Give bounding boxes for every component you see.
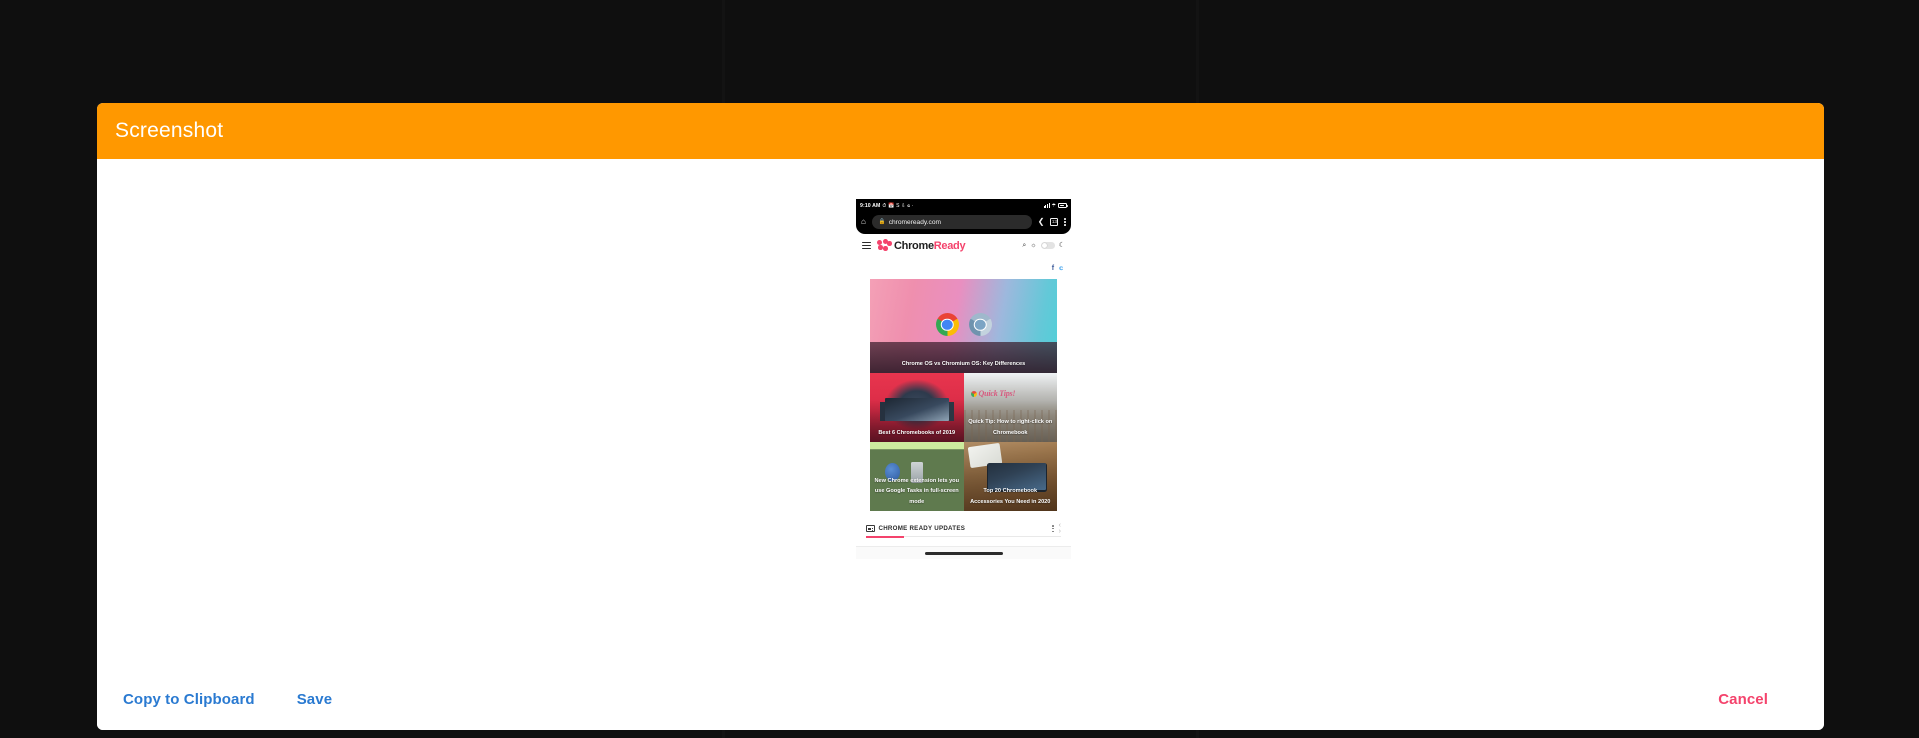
article-card-title: Best 6 Chromebooks of 2019 <box>878 429 956 436</box>
share-icon[interactable]: ❮ <box>1038 218 1045 226</box>
battery-icon <box>1058 203 1068 208</box>
kebab-menu-icon[interactable] <box>1052 525 1054 533</box>
quick-tips-script-overlay: Quick Tips! <box>970 389 1054 398</box>
signal-bars-icon <box>1043 203 1050 208</box>
dot-icon: · <box>911 202 914 209</box>
chromium-logo <box>968 313 992 336</box>
browser-toolbar: ⌂ 🔒 chromeready.com ❮ 13 <box>856 212 1071 234</box>
android-status-bar: 9:10 AM ⏱ 📅 S ⇩ 𝐜 · ☂ <box>856 199 1071 212</box>
kebab-menu-icon[interactable] <box>1064 218 1066 226</box>
article-card-title: Chrome OS vs Chromium OS: Key Difference… <box>901 360 1026 367</box>
article-card-grid: Chrome OS vs Chromium OS: Key Difference… <box>856 279 1071 511</box>
dialog-footer-right-actions: Cancel <box>1716 687 1800 712</box>
article-card-hero[interactable]: Chrome OS vs Chromium OS: Key Difference… <box>870 279 1057 373</box>
dialog-body: 9:10 AM ⏱ 📅 S ⇩ 𝐜 · ☂ ⌂ 🔒 chromeready.co… <box>97 159 1824 668</box>
status-bar-notification-icons: ⏱ 📅 S ⇩ 𝐜 · <box>882 203 913 209</box>
dialog-header: Screenshot <box>97 103 1824 159</box>
android-navigation-bar <box>856 546 1071 560</box>
facebook-icon[interactable]: f <box>1052 265 1054 272</box>
search-icon[interactable]: ⌕ <box>1022 242 1026 249</box>
copy-to-clipboard-button[interactable]: Copy to Clipboard <box>121 687 257 712</box>
download-icon: ⇩ <box>901 202 906 209</box>
moon-icon: ☾ <box>1058 242 1065 249</box>
alarm-off-icon: ⏱ <box>882 202 887 209</box>
quick-tips-text: Quick Tips! <box>978 389 1016 398</box>
wifi-icon: ☂ <box>1051 202 1056 209</box>
hero-logo-pair <box>870 313 1057 336</box>
article-card-row-2: New Chrome extension lets you use Google… <box>870 442 1057 511</box>
chrome-logo-small <box>970 390 977 397</box>
tab-count-button[interactable]: 13 <box>1050 218 1059 226</box>
article-card-accessories[interactable]: Top 20 Chromebook Accessories You Need i… <box>963 442 1057 511</box>
brand-part-chrome: Chrome <box>894 239 934 252</box>
calendar-icon: 📅 <box>888 202 895 209</box>
address-bar-url: chromeready.com <box>888 218 941 226</box>
lock-icon: 🔒 <box>878 219 886 225</box>
updates-controls: ‹ › <box>1052 522 1061 535</box>
screenshot-dialog: Screenshot 9:10 AM ⏱ 📅 S ⇩ 𝐜 · ☂ ⌂ 🔒 chr… <box>97 103 1824 730</box>
article-card-title: New Chrome extension lets you use Google… <box>874 477 960 505</box>
chromeready-dots-logo <box>877 239 893 252</box>
save-button[interactable]: Save <box>295 687 334 712</box>
updates-pager[interactable]: ‹ › <box>1059 522 1061 535</box>
home-icon[interactable]: ⌂ <box>861 218 866 226</box>
cancel-button[interactable]: Cancel <box>1716 687 1770 712</box>
article-card-row-1: Best 6 Chromebooks of 2019 Quick Tips! Q… <box>870 373 1057 442</box>
news-icon <box>866 525 875 532</box>
chrome-ready-updates-bar: CHROME READY UPDATES ‹ › <box>856 517 1071 537</box>
updates-section-label: CHROME READY UPDATES <box>878 525 966 533</box>
site-brand-text: ChromeReady <box>894 239 966 252</box>
brand-part-ready: Ready <box>933 239 966 252</box>
sun-icon: ☼ <box>1030 242 1037 249</box>
article-card-title: Top 20 Chromebook Accessories You Need i… <box>970 488 1051 505</box>
screenshot-preview-image[interactable]: 9:10 AM ⏱ 📅 S ⇩ 𝐜 · ☂ ⌂ 🔒 chromeready.co… <box>856 199 1071 668</box>
article-card-title: Quick Tip: How to right-click on Chromeb… <box>968 419 1053 436</box>
dialog-footer: Copy to Clipboard Save Cancel <box>97 668 1824 730</box>
site-header: ChromeReady ⌕ ☼ ☾ <box>856 234 1071 257</box>
theme-toggle[interactable] <box>1040 241 1055 250</box>
twitter-icon: 𝐜 <box>907 202 911 209</box>
social-links-row: f 𝐜 <box>856 257 1071 279</box>
status-bar-clock: 9:10 AM <box>860 202 881 209</box>
chrome-logo <box>935 313 959 336</box>
site-header-actions: ⌕ ☼ ☾ <box>1022 241 1065 250</box>
status-bar-system-icons: ☂ <box>1043 202 1068 209</box>
article-card-quicktip[interactable]: Quick Tips! Quick Tip: How to right-clic… <box>963 373 1057 442</box>
updates-underline <box>866 535 1061 538</box>
twitter-icon[interactable]: 𝐜 <box>1059 265 1063 272</box>
article-card-chromebooks[interactable]: Best 6 Chromebooks of 2019 <box>870 373 964 442</box>
home-gesture-bar[interactable] <box>924 551 1003 555</box>
hamburger-menu-icon[interactable] <box>862 241 871 250</box>
article-card-extension[interactable]: New Chrome extension lets you use Google… <box>870 442 964 511</box>
s-icon: S <box>896 202 900 209</box>
address-bar[interactable]: 🔒 chromeready.com <box>871 215 1032 229</box>
page-title: Screenshot <box>115 119 224 142</box>
dialog-footer-left-actions: Copy to Clipboard Save <box>121 687 334 712</box>
site-logo[interactable]: ChromeReady <box>877 239 966 252</box>
chevron-down-icon[interactable]: › <box>1059 528 1061 535</box>
